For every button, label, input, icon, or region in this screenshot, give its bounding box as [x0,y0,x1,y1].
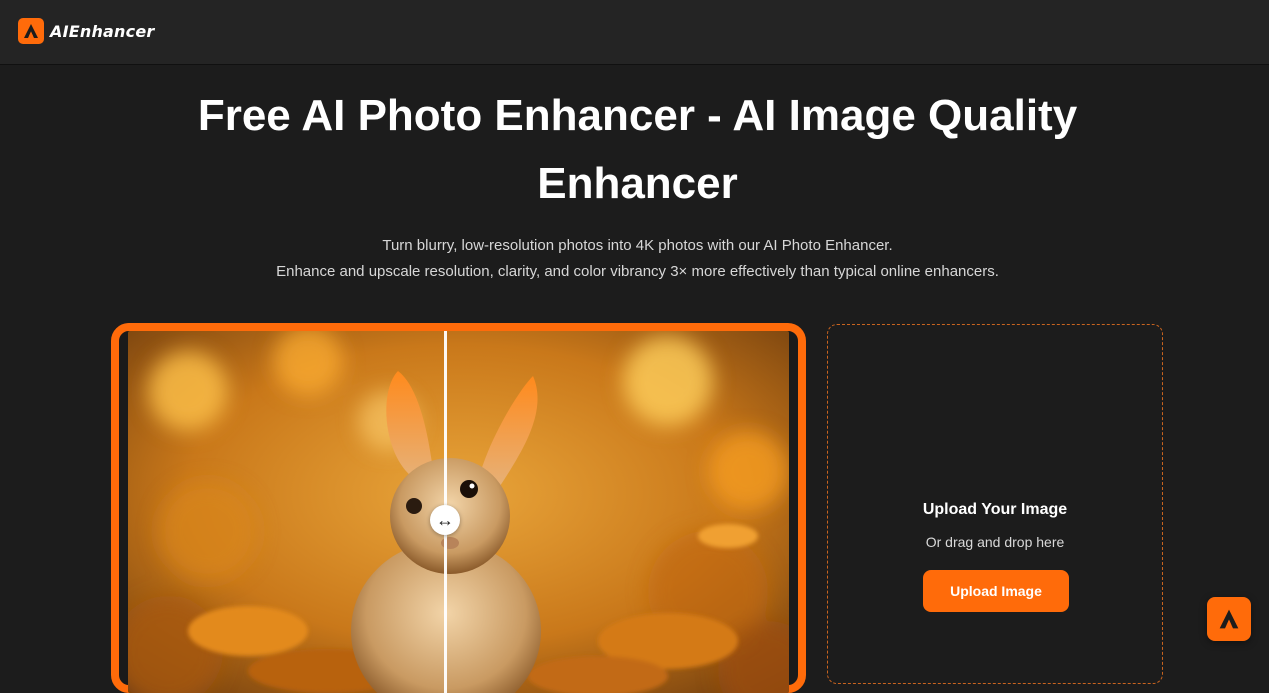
comparison-image[interactable]: ↔ [128,331,789,693]
ai-enhancer-logo-icon [1219,609,1239,629]
top-navigation-bar: AIEnhancer [0,0,1269,64]
floating-assistant-button[interactable] [1207,597,1251,641]
before-after-comparison: ↔ [111,323,806,693]
page-title: Free AI Photo Enhancer - AI Image Qualit… [197,91,1078,208]
upload-dropzone[interactable]: Upload Your Image Or drag and drop here … [827,324,1163,684]
horizontal-arrows-icon: ↔ [436,509,454,530]
subtitle-line-1: Turn blurry, low-resolution photos into … [382,237,893,254]
page-subtitle: Turn blurry, low-resolution photos into … [150,233,1125,285]
logo-wordmark-suffix: Enhancer [68,21,155,41]
upload-image-button[interactable]: Upload Image [923,570,1069,612]
site-logo[interactable]: AIEnhancer [18,18,154,44]
logo-wordmark: AIEnhancer [50,22,154,41]
subtitle-line-2: Enhance and upscale resolution, clarity,… [276,263,999,280]
rabbit-photo [128,331,789,693]
upload-hint: Or drag and drop here [925,534,1065,550]
logo-wordmark-prefix: AI [50,21,69,41]
upload-title: Upload Your Image [922,501,1068,518]
ai-enhancer-logo-icon [18,18,44,44]
comparison-slider-handle[interactable]: ↔ [430,505,460,535]
